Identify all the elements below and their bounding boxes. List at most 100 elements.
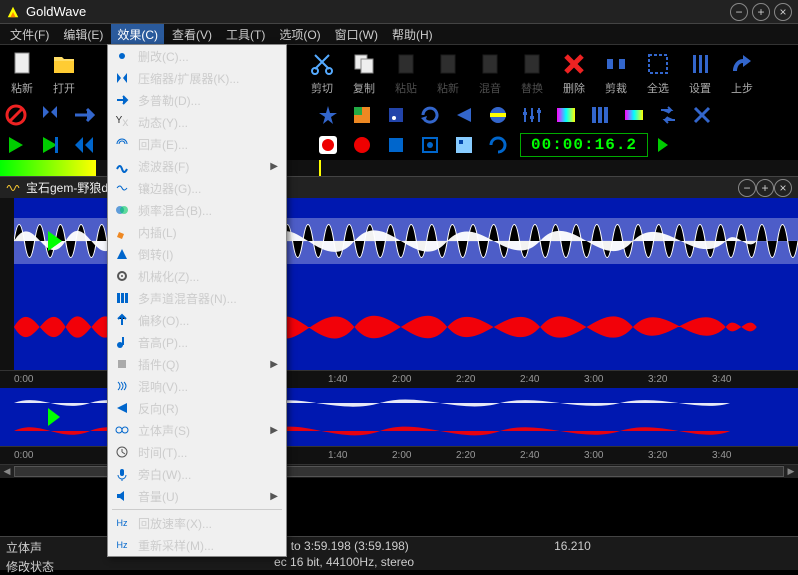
menu-item-censor[interactable]: 删改(C)... [108,45,286,67]
record-button[interactable] [316,133,340,157]
submenu-arrow-icon: ▶ [270,425,278,436]
menu-item-echo[interactable]: 回声(E)... [108,133,286,155]
paste-new-button[interactable]: 粘新 [430,48,466,98]
cut-button[interactable]: 剪切 [304,48,340,98]
status-format: ec 16 bit, 44100Hz, stereo [274,555,414,569]
trim-button[interactable]: 剪裁 [598,48,634,98]
compress-icon[interactable] [38,103,62,127]
overview-playhead-icon[interactable] [48,408,60,426]
play-selection-button[interactable] [38,133,62,157]
config-button[interactable] [452,133,476,157]
menu-item-mechanize[interactable]: 机械化(Z)... [108,265,286,287]
flanger-icon [115,181,129,195]
effect-spectrum-icon[interactable] [554,103,578,127]
copy-icon [351,51,377,77]
menu-item-volume[interactable]: 音量(U)▶ [108,485,286,507]
effect-circle-icon[interactable] [486,103,510,127]
loop-button[interactable] [418,133,442,157]
menu-file[interactable]: 文件(F) [4,24,55,45]
open-button[interactable]: 打开 [46,48,82,98]
menu-item-invert[interactable]: 倒转(I) [108,243,286,265]
effect-note-icon[interactable] [384,103,408,127]
menu-item-plugin: 插件(Q)▶ [108,353,286,375]
menu-item-resample[interactable]: Hz重新采样(M)... [108,534,286,556]
stop-button[interactable] [384,133,408,157]
menu-item-freqblend[interactable]: 频率混合(B)... [108,199,286,221]
record2-button[interactable] [350,133,374,157]
play-button[interactable] [4,133,28,157]
effect-rotate-icon[interactable] [418,103,442,127]
menu-item-voiceover[interactable]: 旁白(W)... [108,463,286,485]
rewind-button[interactable] [72,133,96,157]
menu-tool[interactable]: 工具(T) [220,24,271,45]
replace-button[interactable]: 替换 [514,48,550,98]
menu-effect[interactable]: 效果(C) [111,24,164,45]
doc-maximize-button[interactable]: + [756,179,774,197]
menu-item-reverse[interactable]: 反向(R) [108,397,286,419]
menu-view[interactable]: 查看(V) [166,24,218,45]
menu-edit[interactable]: 编辑(E) [57,24,109,45]
menu-item-stereo[interactable]: 立体声(S)▶ [108,419,286,441]
effect-star-icon[interactable] [316,103,340,127]
menu-item-filter[interactable]: 滤波器(F)▶ [108,155,286,177]
wave-doc-icon [6,181,20,195]
menu-item-pitch[interactable]: 音高(P)... [108,331,286,353]
effect-left-icon[interactable] [452,103,476,127]
menu-separator [112,509,282,510]
menu-window[interactable]: 窗口(W) [329,24,384,45]
menu-item-playbackrate[interactable]: Hz回放速率(X)... [108,512,286,534]
delete-button[interactable]: 删除 [556,48,592,98]
undo-button[interactable]: 上步 [724,48,760,98]
doc-close-button[interactable]: × [774,179,792,197]
clipboard-new-icon [435,51,461,77]
effect-eq-icon[interactable] [520,103,544,127]
new-button[interactable]: 粘新 [4,48,40,98]
menu-item-reverb[interactable]: 混响(V)... [108,375,286,397]
folder-icon [51,51,77,77]
menu-item-interpolate[interactable]: 内插(L) [108,221,286,243]
trim-icon [603,51,629,77]
doc-minimize-button[interactable]: − [738,179,756,197]
menu-item-flanger[interactable]: 镶边器(G)... [108,177,286,199]
menu-option[interactable]: 选项(O) [273,24,326,45]
status-position: 16.210 [554,539,591,553]
effect-cross-icon[interactable] [690,103,714,127]
effect-cube-icon[interactable] [350,103,374,127]
stereo-icon [115,423,129,437]
settings-button[interactable]: 设置 [682,48,718,98]
menu-item-doppler[interactable]: 多普勒(D)... [108,89,286,111]
time-display: 00:00:16.2 [520,133,648,157]
menu-item-dynamics[interactable]: Yx动态(Y)... [108,111,286,133]
scroll-right-button[interactable]: ▶ [784,465,798,478]
menu-item-compressor[interactable]: 压缩器/扩展器(K)... [108,67,286,89]
mixer-icon [115,291,129,305]
effect-columns-icon[interactable] [588,103,612,127]
scroll-left-button[interactable]: ◀ [0,465,14,478]
menu-item-multichannel[interactable]: 多声道混音器(N)... [108,287,286,309]
copy-button[interactable]: 复制 [346,48,382,98]
arrow-right-icon [115,93,129,107]
minimize-button[interactable]: − [730,3,748,21]
menu-help[interactable]: 帮助(H) [386,24,439,45]
effect-rainbow-icon[interactable] [622,103,646,127]
menu-item-offset[interactable]: 偏移(O)... [108,309,286,331]
blend-icon [115,203,129,217]
delete-x-icon [561,51,587,77]
undo-icon [729,51,755,77]
submenu-arrow-icon: ▶ [270,359,278,370]
app-logo-icon [6,5,20,19]
close-button[interactable]: × [774,3,792,21]
doppler-icon[interactable] [72,103,96,127]
reverb-icon [115,379,129,393]
link-button[interactable] [486,133,510,157]
menu-item-time[interactable]: 时间(T)... [108,441,286,463]
paste-button[interactable]: 粘贴 [388,48,424,98]
reverse-icon [115,401,129,415]
mix-button[interactable]: 混音 [472,48,508,98]
cancel-icon[interactable] [4,103,28,127]
effect-swap-icon[interactable] [656,103,680,127]
dot-icon [115,49,129,63]
scissors-icon [309,51,335,77]
selectall-button[interactable]: 全选 [640,48,676,98]
maximize-button[interactable]: + [752,3,770,21]
